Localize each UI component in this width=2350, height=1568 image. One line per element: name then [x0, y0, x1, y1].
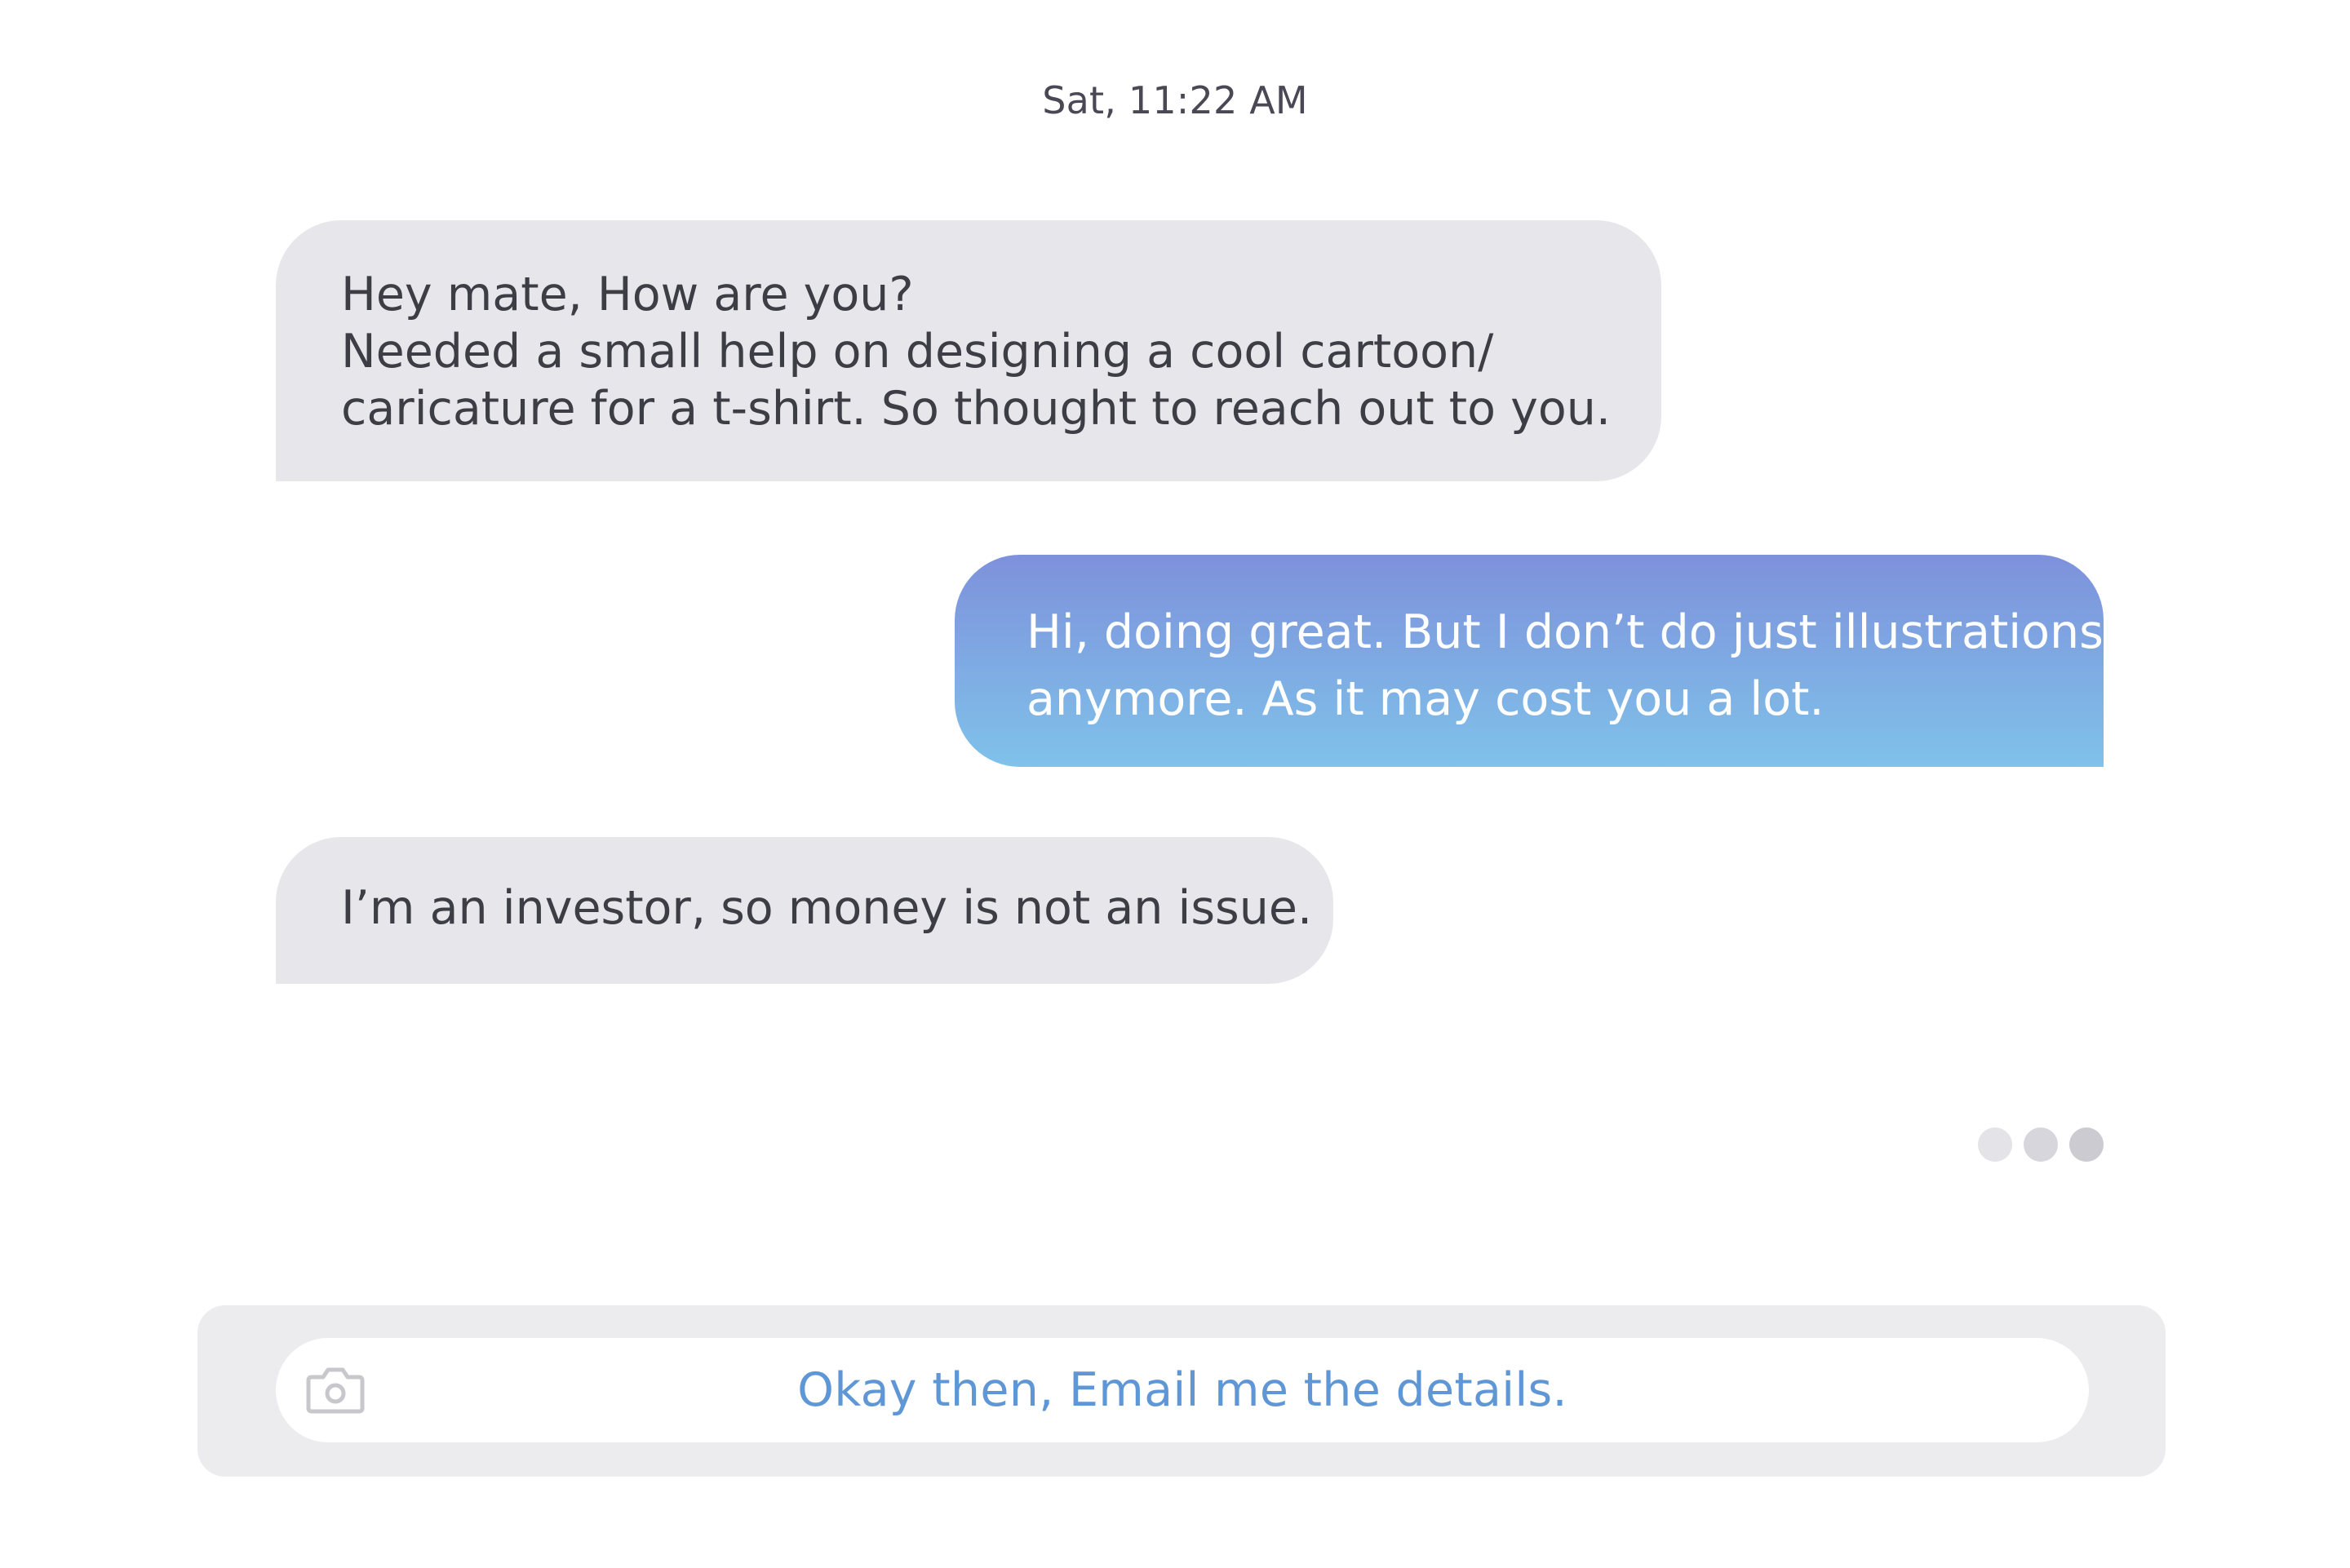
message-composer: Okay then, Email me the details. [197, 1305, 2166, 1477]
camera-icon[interactable] [305, 1366, 366, 1415]
message-text-line: Needed a small help on designing a cool … [341, 325, 1494, 379]
incoming-message-bubble[interactable]: I’m an investor, so money is not an issu… [276, 837, 1333, 984]
message-input[interactable]: Okay then, Email me the details. [276, 1338, 2089, 1442]
message-input-value[interactable]: Okay then, Email me the details. [276, 1338, 2089, 1442]
typing-dot [2069, 1127, 2104, 1162]
typing-dot [1978, 1127, 2012, 1162]
message-text-line: Hi, doing great. But I don’t do just ill… [1026, 605, 2104, 659]
message-text-line: I’m an investor, so money is not an issu… [341, 881, 1313, 935]
message-text-line: Hey mate, How are you? [341, 268, 914, 321]
chat-screen: { "header": { "timestamp": "Sat, 11:22 A… [0, 0, 2350, 1568]
outgoing-message-bubble[interactable]: Hi, doing great. But I don’t do just ill… [955, 555, 2104, 767]
message-timestamp: Sat, 11:22 AM [1042, 78, 1308, 122]
typing-indicator [1978, 1127, 2104, 1162]
message-text-line: caricature for a t-shirt. So thought to … [341, 382, 1611, 436]
message-text-line: anymore. As it may cost you a lot. [1026, 672, 1825, 726]
incoming-message-bubble[interactable]: Hey mate, How are you? Needed a small he… [276, 220, 1661, 481]
typing-dot [2024, 1127, 2058, 1162]
